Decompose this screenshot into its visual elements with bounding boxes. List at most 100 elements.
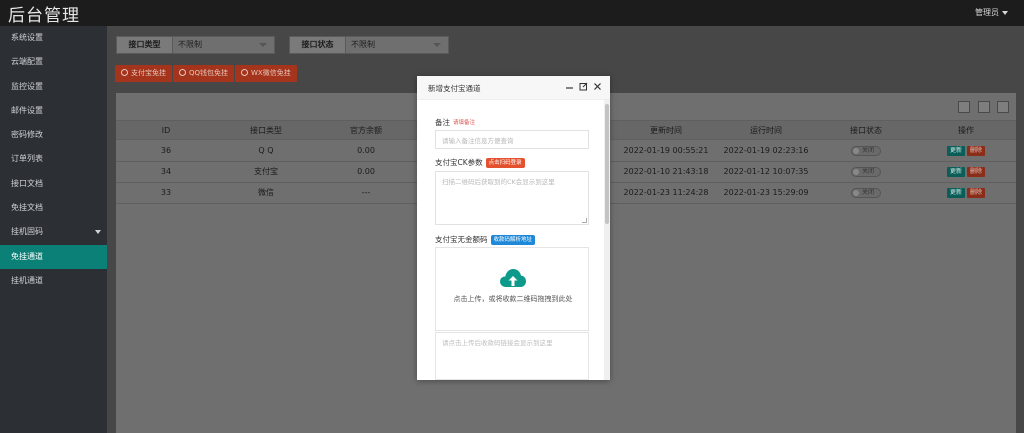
chevron-down-icon: [433, 43, 441, 47]
col-balance: 官方余额: [350, 126, 382, 135]
sidebar-item-label: 免挂通道: [11, 251, 43, 261]
add-alipay-channel-dialog: 新增支付宝通道 备注 请填备注 请输入备注信息方便查询 支付宝CK参数 点击扫码登录…: [417, 76, 610, 380]
filter-select[interactable]: 不限制: [346, 37, 448, 53]
remark-input[interactable]: 请输入备注信息方便查询: [435, 130, 589, 149]
plus-circle-icon: [241, 68, 248, 76]
update-button[interactable]: 更新: [946, 187, 965, 198]
filter-label: 接口状态: [290, 37, 346, 53]
filter-interface-status[interactable]: 接口状态 不限制: [289, 36, 449, 54]
qq-free-button[interactable]: QQ钱包免挂: [173, 65, 235, 82]
sidebar-item-orders[interactable]: 订单列表: [0, 147, 107, 171]
cell-updated: 2022-01-10 21:43:18: [623, 167, 709, 176]
print-icon[interactable]: [997, 101, 1009, 113]
sidebar-item-monitor-settings[interactable]: 监控设置: [0, 75, 107, 99]
cell-actions: 更新 删除: [916, 162, 1016, 182]
delete-button[interactable]: 删除: [967, 187, 986, 198]
qr-label: 支付宝无金额码: [435, 235, 488, 244]
user-menu[interactable]: 管理员: [975, 7, 1008, 18]
qr-upload-area[interactable]: 点击上传，或将收款二维码拖拽到此处: [435, 247, 589, 331]
ck-label-row: 支付宝CK参数 点击扫码登录: [435, 157, 525, 168]
filter-label: 接口类型: [117, 37, 173, 53]
dialog-scrollbar[interactable]: [604, 100, 610, 380]
chevron-down-icon: [1002, 10, 1008, 15]
status-toggle[interactable]: 关闭: [851, 166, 881, 177]
filter-value: 不限制: [178, 40, 202, 49]
wx-free-button[interactable]: WX微信免挂: [235, 65, 297, 82]
cell-updated: 2022-01-23 11:24:28: [623, 188, 709, 197]
cell-id: 33: [160, 188, 172, 197]
sidebar-item-cloud-config[interactable]: 云端配置: [0, 50, 107, 74]
cell-runtime: 2022-01-12 10:07:35: [723, 167, 809, 176]
cell-id: 36: [160, 146, 172, 155]
user-name: 管理员: [975, 8, 999, 17]
sidebar-item-label: 接口文档: [11, 178, 43, 188]
cell-type: 支付宝: [254, 167, 278, 176]
sidebar-item-hang-channel[interactable]: 挂机通道: [0, 269, 107, 293]
cell-type: 微信: [258, 188, 274, 197]
cell-updated: 2022-01-19 00:55:21: [623, 146, 709, 155]
update-button[interactable]: 更新: [946, 166, 965, 177]
chevron-down-icon: [259, 43, 267, 47]
sidebar-item-password[interactable]: 密码修改: [0, 123, 107, 147]
plus-circle-icon: [179, 68, 186, 76]
maximize-icon[interactable]: [579, 82, 588, 91]
button-label: 支付宝免挂: [131, 69, 166, 77]
sidebar-item-label: 订单列表: [11, 154, 43, 164]
delete-button[interactable]: 删除: [967, 166, 986, 177]
sidebar-item-label: 挂机固码: [11, 227, 43, 237]
dialog-body: 备注 请填备注 请输入备注信息方便查询 支付宝CK参数 点击扫码登录 扫描二维码后获…: [417, 100, 604, 380]
cell-id: 34: [160, 167, 172, 176]
dialog-title: 新增支付宝通道: [428, 84, 481, 93]
remark-label: 备注: [435, 118, 450, 127]
chevron-down-icon: [95, 230, 101, 235]
qr-parse-button[interactable]: 收款码解析地址: [490, 235, 536, 245]
sidebar-item-fixed-code[interactable]: 挂机固码: [0, 220, 107, 244]
button-label: QQ钱包免挂: [189, 69, 229, 77]
filter-select[interactable]: 不限制: [173, 37, 274, 53]
sidebar-item-system-settings[interactable]: 系统设置: [0, 26, 107, 50]
resize-handle[interactable]: [582, 218, 587, 223]
sidebar-item-api-docs[interactable]: 接口文档: [0, 172, 107, 196]
ck-label: 支付宝CK参数: [435, 158, 483, 167]
sidebar-item-mail-settings[interactable]: 邮件设置: [0, 99, 107, 123]
upload-instructions: 点击上传，或将收款二维码拖拽到此处: [453, 295, 573, 303]
ck-textarea[interactable]: 扫描二维码后获取到的CK会显示到这里: [435, 171, 589, 225]
cell-actions: 更新 删除: [916, 183, 1016, 203]
status-toggle[interactable]: 关闭: [851, 145, 881, 156]
alipay-free-button[interactable]: 支付宝免挂: [115, 65, 172, 82]
link-placeholder: 请点击上传后收款码链接会显示到这里: [442, 339, 553, 347]
qr-label-row: 支付宝无金额码 收款码解析地址: [435, 234, 536, 245]
sidebar-item-label: 邮件设置: [11, 105, 43, 115]
update-button[interactable]: 更新: [946, 145, 965, 156]
col-runtime: 运行时间: [750, 126, 782, 135]
col-type: 接口类型: [250, 126, 282, 135]
sidebar-item-label: 挂机通道: [11, 275, 43, 285]
sidebar-item-free-docs[interactable]: 免挂文档: [0, 196, 107, 220]
top-bar: 后台管理 管理员: [0, 0, 1024, 26]
filter-value: 不限制: [351, 40, 375, 49]
remark-placeholder: 请输入备注信息方便查询: [442, 137, 514, 145]
cell-balance: ---: [361, 188, 371, 197]
filter-interface-type[interactable]: 接口类型 不限制: [116, 36, 275, 54]
sidebar-item-free-channel[interactable]: 免挂通道: [0, 244, 107, 269]
button-label: WX微信免挂: [251, 69, 291, 77]
cloud-upload-icon: [500, 269, 526, 287]
cell-runtime: 2022-01-19 02:23:16: [723, 146, 809, 155]
scan-login-button[interactable]: 点击扫码登录: [485, 158, 525, 168]
status-toggle[interactable]: 关闭: [851, 187, 881, 198]
close-icon[interactable]: [593, 82, 602, 91]
minimize-icon[interactable]: [565, 82, 574, 91]
scrollbar-thumb[interactable]: [605, 104, 609, 224]
sidebar-item-label: 密码修改: [11, 130, 43, 140]
delete-button[interactable]: 删除: [967, 145, 986, 156]
cell-status: 关闭: [816, 162, 916, 182]
export-icon[interactable]: [978, 101, 990, 113]
sidebar-item-label: 云端配置: [11, 57, 43, 67]
cell-status: 关闭: [816, 183, 916, 203]
qr-link-textarea[interactable]: 请点击上传后收款码链接会显示到这里: [435, 332, 589, 380]
col-id: ID: [161, 126, 171, 135]
cell-status: 关闭: [816, 141, 916, 161]
columns-icon[interactable]: [958, 101, 970, 113]
app-title: 后台管理: [8, 6, 80, 26]
sidebar-item-label: 系统设置: [11, 33, 43, 42]
